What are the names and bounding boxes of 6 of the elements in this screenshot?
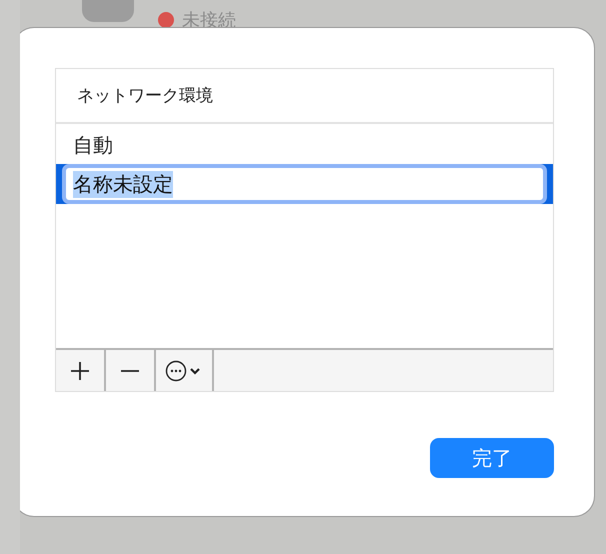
- minus-icon: [120, 368, 140, 372]
- list-row[interactable]: 自動: [56, 126, 553, 164]
- ellipsis-chevron-icon: [165, 360, 203, 382]
- done-button[interactable]: 完了: [430, 438, 554, 478]
- plus-icon: [70, 360, 90, 380]
- column-header: ネットワーク環境: [56, 69, 553, 124]
